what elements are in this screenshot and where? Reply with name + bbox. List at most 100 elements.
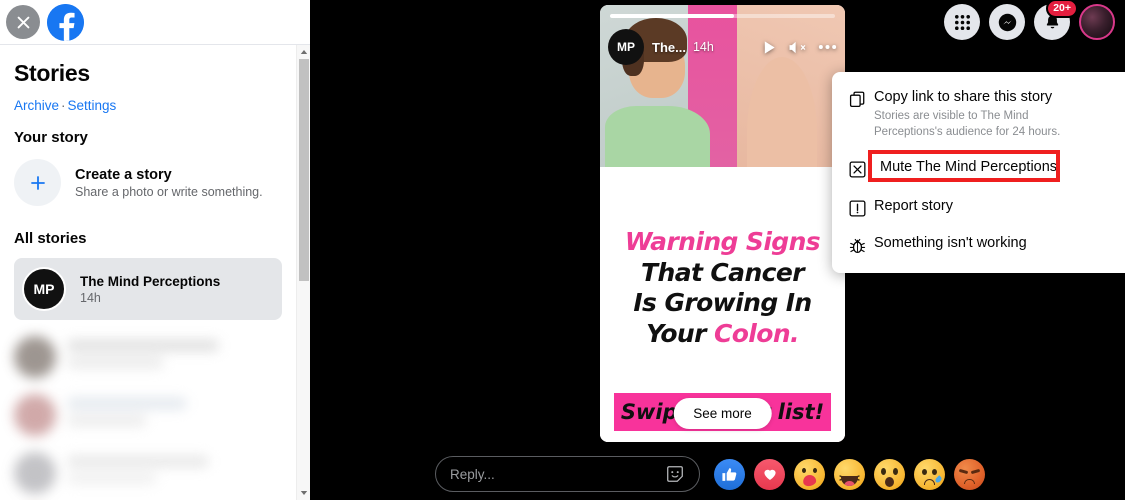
menu-item-report-story[interactable]: Report story [832,189,1125,226]
scroll-up-arrow-icon[interactable] [297,45,310,59]
list-item [14,386,282,444]
story-line-4-prefix: Your [646,318,714,348]
story-item-meta: The Mind Perceptions 14h [66,274,220,305]
avatar: MP [608,29,644,65]
sidebar-topbar [0,0,310,45]
create-story-subtitle: Share a photo or write something. [75,184,263,199]
avatar [14,336,56,378]
reaction-haha[interactable] [834,458,865,490]
create-story-text: Create a story Share a photo or write so… [61,167,263,199]
menu-item-sublabel: Stories are visible to The Mind Percepti… [874,110,1061,138]
mute-speaker-icon[interactable] [788,40,807,55]
scroll-down-arrow-icon[interactable] [297,486,310,500]
copy-link-icon [844,88,870,109]
story-header: MP The... 14h [608,29,837,65]
story-progress-bar [610,14,835,18]
reaction-love[interactable] [754,458,785,490]
list-item [14,444,282,500]
avatar [14,452,56,494]
text-placeholder [68,357,163,368]
reply-placeholder: Reply... [450,466,495,482]
list-item-text [56,398,186,432]
reaction-wow[interactable] [874,458,905,490]
menu-item-label: Report story [874,198,953,215]
story-item-time: 14h [80,290,101,305]
sidebar-scrollbar[interactable] [296,45,310,500]
menu-item-report-text: Report story [870,197,953,215]
reaction-bar [714,458,985,490]
story-controls [762,40,837,55]
story-author-name[interactable]: The... [644,40,686,55]
story-line-3: Is Growing In [633,288,812,317]
close-icon[interactable] [6,5,40,39]
text-placeholder [68,415,146,426]
menu-item-label: Mute The Mind Perceptions [880,159,1058,176]
story-timestamp: 14h [692,40,714,54]
link-separator: · [61,98,66,113]
reaction-angry[interactable] [954,458,985,490]
menu-item-bug-text: Something isn't working [870,234,1027,252]
menu-item-copy-link[interactable]: Copy link to share this story Stories ar… [832,80,1125,148]
messenger-icon[interactable] [989,4,1025,40]
story-context-menu: Copy link to share this story Stories ar… [832,72,1125,274]
your-story-heading: Your story [14,129,88,146]
story-item-name: The Mind Perceptions [80,273,221,289]
list-item [14,328,282,386]
more-options-icon[interactable] [818,44,837,50]
reaction-sad[interactable] [914,458,945,490]
menu-item-label: Copy link to share this story [874,89,1053,105]
create-story-button[interactable]: Create a story Share a photo or write so… [14,146,282,206]
list-item-text [56,340,218,374]
story-line-4: Your Colon. [606,319,839,350]
notifications-bell-icon[interactable]: 20+ [1034,0,1078,40]
settings-link[interactable]: Settings [68,98,117,113]
reply-bar: Reply... [435,456,985,492]
facebook-stories-page: Stories Archive · Settings Your story Crea… [0,0,1125,500]
plus-icon [14,159,61,206]
story-background-image [600,5,845,442]
archive-link[interactable]: Archive [14,98,59,113]
text-placeholder [68,398,186,409]
reaction-care[interactable] [794,458,825,490]
menu-grid-icon[interactable] [944,4,980,40]
report-exclamation-icon [844,197,870,218]
sticker-icon[interactable] [665,464,685,484]
play-icon[interactable] [762,40,777,55]
menu-item-something-isnt-working[interactable]: Something isn't working [832,226,1125,263]
story-text-content: Warning Signs That Cancer Is Growing In … [600,227,845,349]
story-progress-fill [610,14,734,18]
profile-avatar[interactable] [1079,4,1115,40]
story-line-2: That Cancer [641,257,805,287]
menu-item-mute-text: Mute The Mind Perceptions [870,158,1057,176]
story-line-4-highlight: Colon. [713,318,800,348]
stories-sidebar: Stories Archive · Settings Your story Crea… [0,0,310,500]
reaction-like[interactable] [714,458,745,490]
story-viewer: 20+ MP The... 14h Warning Signs That Can… [310,0,1125,500]
story-card[interactable]: MP The... 14h Warning Signs That Cancer … [600,5,845,442]
see-more-button[interactable]: See more [673,398,772,429]
list-item-text [56,456,208,490]
menu-item-mute[interactable]: Mute The Mind Perceptions [832,148,1125,189]
sidebar-body: Stories Archive · Settings Your story Crea… [0,45,296,500]
text-placeholder [68,473,156,484]
top-navigation: 20+ [944,0,1115,40]
menu-item-copy-link-text: Copy link to share this story Stories ar… [870,88,1092,140]
menu-item-label: Something isn't working [874,235,1027,252]
sidebar-story-item-the-mind-perceptions[interactable]: MP The Mind Perceptions 14h [14,258,282,320]
avatar [14,394,56,436]
reply-input[interactable]: Reply... [435,456,700,492]
text-placeholder [68,456,208,467]
text-placeholder [68,340,218,351]
bug-icon [844,234,870,255]
mute-x-square-icon [844,158,870,179]
notification-badge: 20+ [1046,0,1078,18]
avatar: MP [22,267,66,311]
page-title: Stories [14,60,90,86]
blurred-story-list [14,328,282,500]
all-stories-heading: All stories [14,230,87,247]
create-story-title: Create a story [75,166,172,183]
scrollbar-thumb[interactable] [299,59,309,281]
story-line-1: Warning Signs [624,227,821,256]
facebook-logo-icon[interactable] [47,4,84,41]
sidebar-links: Archive · Settings [14,87,282,113]
